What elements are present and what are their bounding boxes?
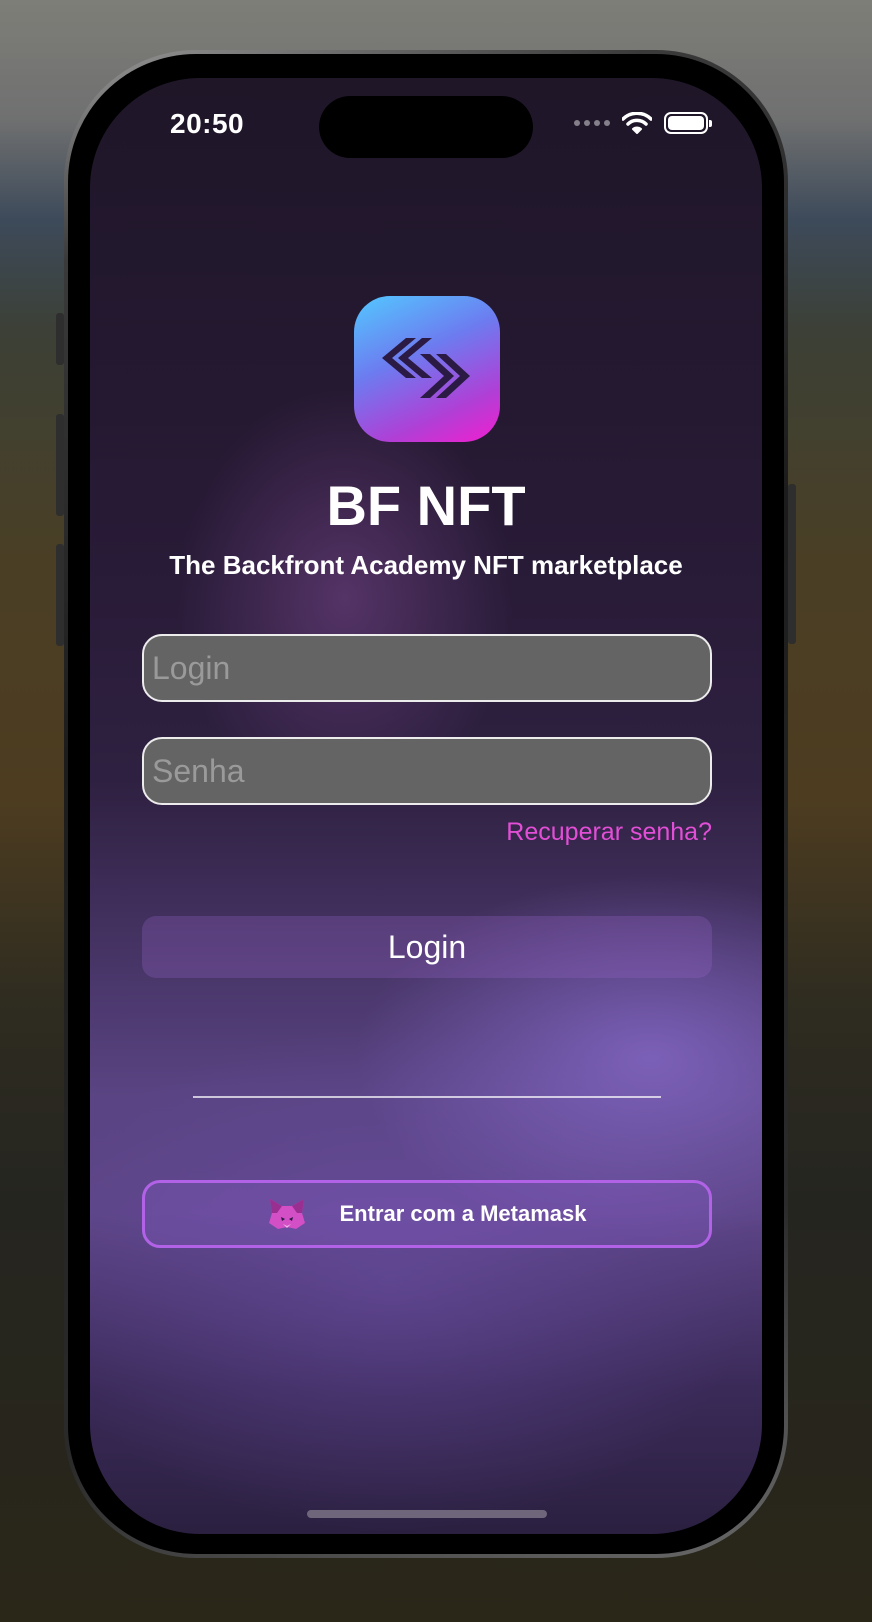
app-title: BF NFT [326, 474, 526, 537]
chevrons-logo-icon [354, 296, 500, 442]
metamask-login-button[interactable]: Entrar com a Metamask [142, 1180, 712, 1248]
status-time: 20:50 [170, 108, 245, 139]
metamask-button-label: Entrar com a Metamask [339, 1201, 587, 1226]
volume-up-button [56, 414, 64, 516]
login-input[interactable] [142, 634, 712, 702]
battery-icon [664, 112, 712, 134]
password-input[interactable] [142, 737, 712, 805]
home-indicator[interactable] [307, 1510, 547, 1518]
app-screen: 20:50 BF NFT The Backfront Academy NFT m… [90, 78, 762, 1534]
metamask-fox-icon [268, 1199, 305, 1229]
wifi-icon [622, 112, 652, 134]
power-button [788, 484, 796, 644]
volume-down-button [56, 544, 64, 646]
app-subtitle: The Backfront Academy NFT marketplace [169, 550, 683, 580]
signal-icon [574, 120, 610, 126]
action-button [56, 313, 64, 365]
forgot-password-link[interactable]: Recuperar senha? [506, 818, 712, 847]
login-button[interactable]: Login [142, 916, 712, 978]
status-icons [574, 112, 712, 134]
divider [193, 1096, 661, 1098]
dynamic-island [319, 96, 533, 158]
